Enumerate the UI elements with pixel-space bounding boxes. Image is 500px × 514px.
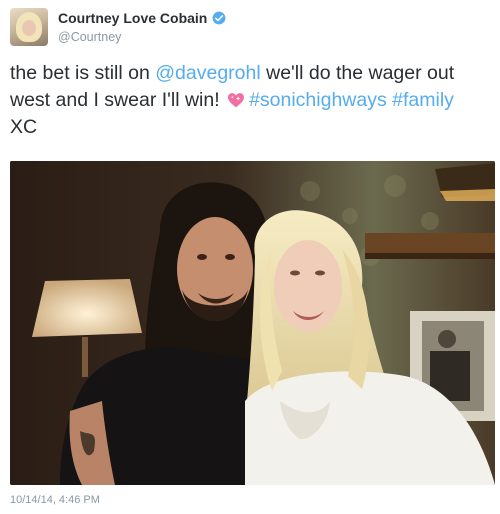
photo-illustration xyxy=(10,161,495,485)
tweet-text-part-1: the bet is still on xyxy=(10,62,156,84)
mention-link[interactable]: @davegrohl xyxy=(155,62,260,84)
sparkling-heart-icon xyxy=(228,93,245,108)
hashtag-sonichighways[interactable]: #sonichighways xyxy=(249,89,387,111)
avatar[interactable] xyxy=(10,8,48,46)
timestamp[interactable]: 10/14/14, 4:46 PM xyxy=(10,494,100,506)
verified-badge-icon xyxy=(212,11,226,25)
tweet-text: the bet is still on @davegrohl we'll do … xyxy=(10,60,494,141)
name-row: Courtney Love Cobain xyxy=(58,10,226,26)
tweet-header: Courtney Love Cobain @Courtney xyxy=(10,8,490,48)
hashtag-family[interactable]: #family xyxy=(392,89,454,111)
handle[interactable]: @Courtney xyxy=(58,30,121,44)
display-name[interactable]: Courtney Love Cobain xyxy=(58,10,207,26)
tweet-photo[interactable] xyxy=(10,161,495,485)
signoff: XC xyxy=(10,116,38,138)
